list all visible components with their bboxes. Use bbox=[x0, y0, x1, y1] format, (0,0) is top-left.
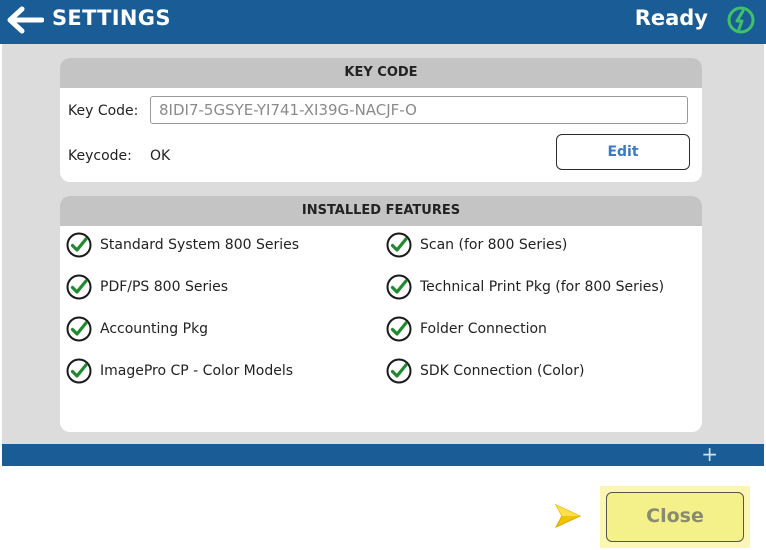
checkmark-icon bbox=[386, 274, 412, 300]
feature-item: Standard System 800 Series bbox=[66, 230, 299, 260]
feature-item: SDK Connection (Color) bbox=[386, 356, 584, 386]
checkmark-icon bbox=[386, 358, 412, 384]
feature-label: Accounting Pkg bbox=[100, 321, 209, 337]
key-code-field[interactable] bbox=[150, 96, 688, 124]
feature-item: Scan (for 800 Series) bbox=[386, 230, 567, 260]
back-arrow-icon[interactable] bbox=[6, 6, 44, 34]
feature-item: Technical Print Pkg (for 800 Series) bbox=[386, 272, 664, 302]
feature-label: ImagePro CP - Color Models bbox=[100, 363, 294, 379]
pointer-arrow-icon bbox=[554, 503, 582, 529]
checkmark-icon bbox=[66, 358, 92, 384]
key-code-label: Key Code: bbox=[68, 103, 139, 119]
close-button-highlight: Close bbox=[600, 486, 750, 548]
feature-label: SDK Connection (Color) bbox=[420, 363, 585, 379]
close-button[interactable]: Close bbox=[606, 492, 744, 542]
checkmark-icon bbox=[386, 232, 412, 258]
key-code-heading: KEY CODE bbox=[60, 58, 702, 88]
feature-item: Accounting Pkg bbox=[66, 314, 208, 344]
header-bar: SETTINGS Ready bbox=[0, 0, 766, 44]
feature-label: Technical Print Pkg (for 800 Series) bbox=[420, 279, 665, 295]
key-code-panel: KEY CODE Key Code: Keycode: OK Edit bbox=[60, 58, 702, 182]
feature-item: ImagePro CP - Color Models bbox=[66, 356, 293, 386]
keycode-status-value: OK bbox=[150, 148, 171, 164]
edit-button[interactable]: Edit bbox=[556, 134, 690, 170]
page-title: SETTINGS bbox=[52, 6, 171, 30]
installed-features-heading: INSTALLED FEATURES bbox=[60, 196, 702, 226]
checkmark-icon bbox=[66, 274, 92, 300]
feature-label: Standard System 800 Series bbox=[100, 237, 300, 253]
plus-icon[interactable]: + bbox=[701, 444, 718, 464]
feature-label: Scan (for 800 Series) bbox=[420, 237, 568, 253]
feature-item: Folder Connection bbox=[386, 314, 547, 344]
checkmark-icon bbox=[66, 316, 92, 342]
power-status-icon bbox=[727, 6, 755, 34]
keycode-status-label: Keycode: bbox=[68, 148, 132, 164]
status-text: Ready bbox=[634, 6, 708, 30]
feature-label: Folder Connection bbox=[420, 321, 547, 337]
checkmark-icon bbox=[386, 316, 412, 342]
bottom-bar: + bbox=[2, 444, 764, 466]
feature-label: PDF/PS 800 Series bbox=[100, 279, 228, 295]
checkmark-icon bbox=[66, 232, 92, 258]
settings-content: KEY CODE Key Code: Keycode: OK Edit INST… bbox=[2, 44, 764, 444]
feature-item: PDF/PS 800 Series bbox=[66, 272, 228, 302]
installed-features-panel: INSTALLED FEATURES Standard System 800 S… bbox=[60, 196, 702, 432]
